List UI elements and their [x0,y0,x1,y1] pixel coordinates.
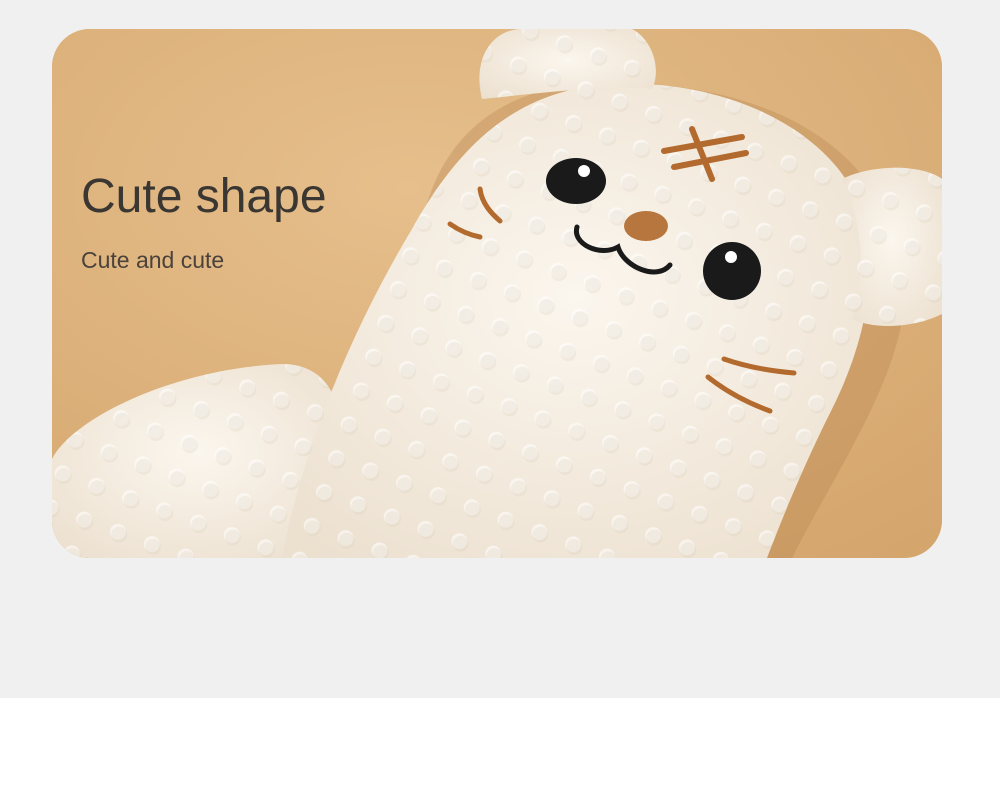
page-footer-space [0,698,1000,794]
plush-cat-illustration [52,29,942,558]
product-photo: Cute shape Cute and cute [52,29,942,558]
feature-section: Cute shape Cute and cute [0,0,1000,698]
feature-title: Cute shape [81,170,327,223]
feature-subtitle: Cute and cute [81,247,225,273]
